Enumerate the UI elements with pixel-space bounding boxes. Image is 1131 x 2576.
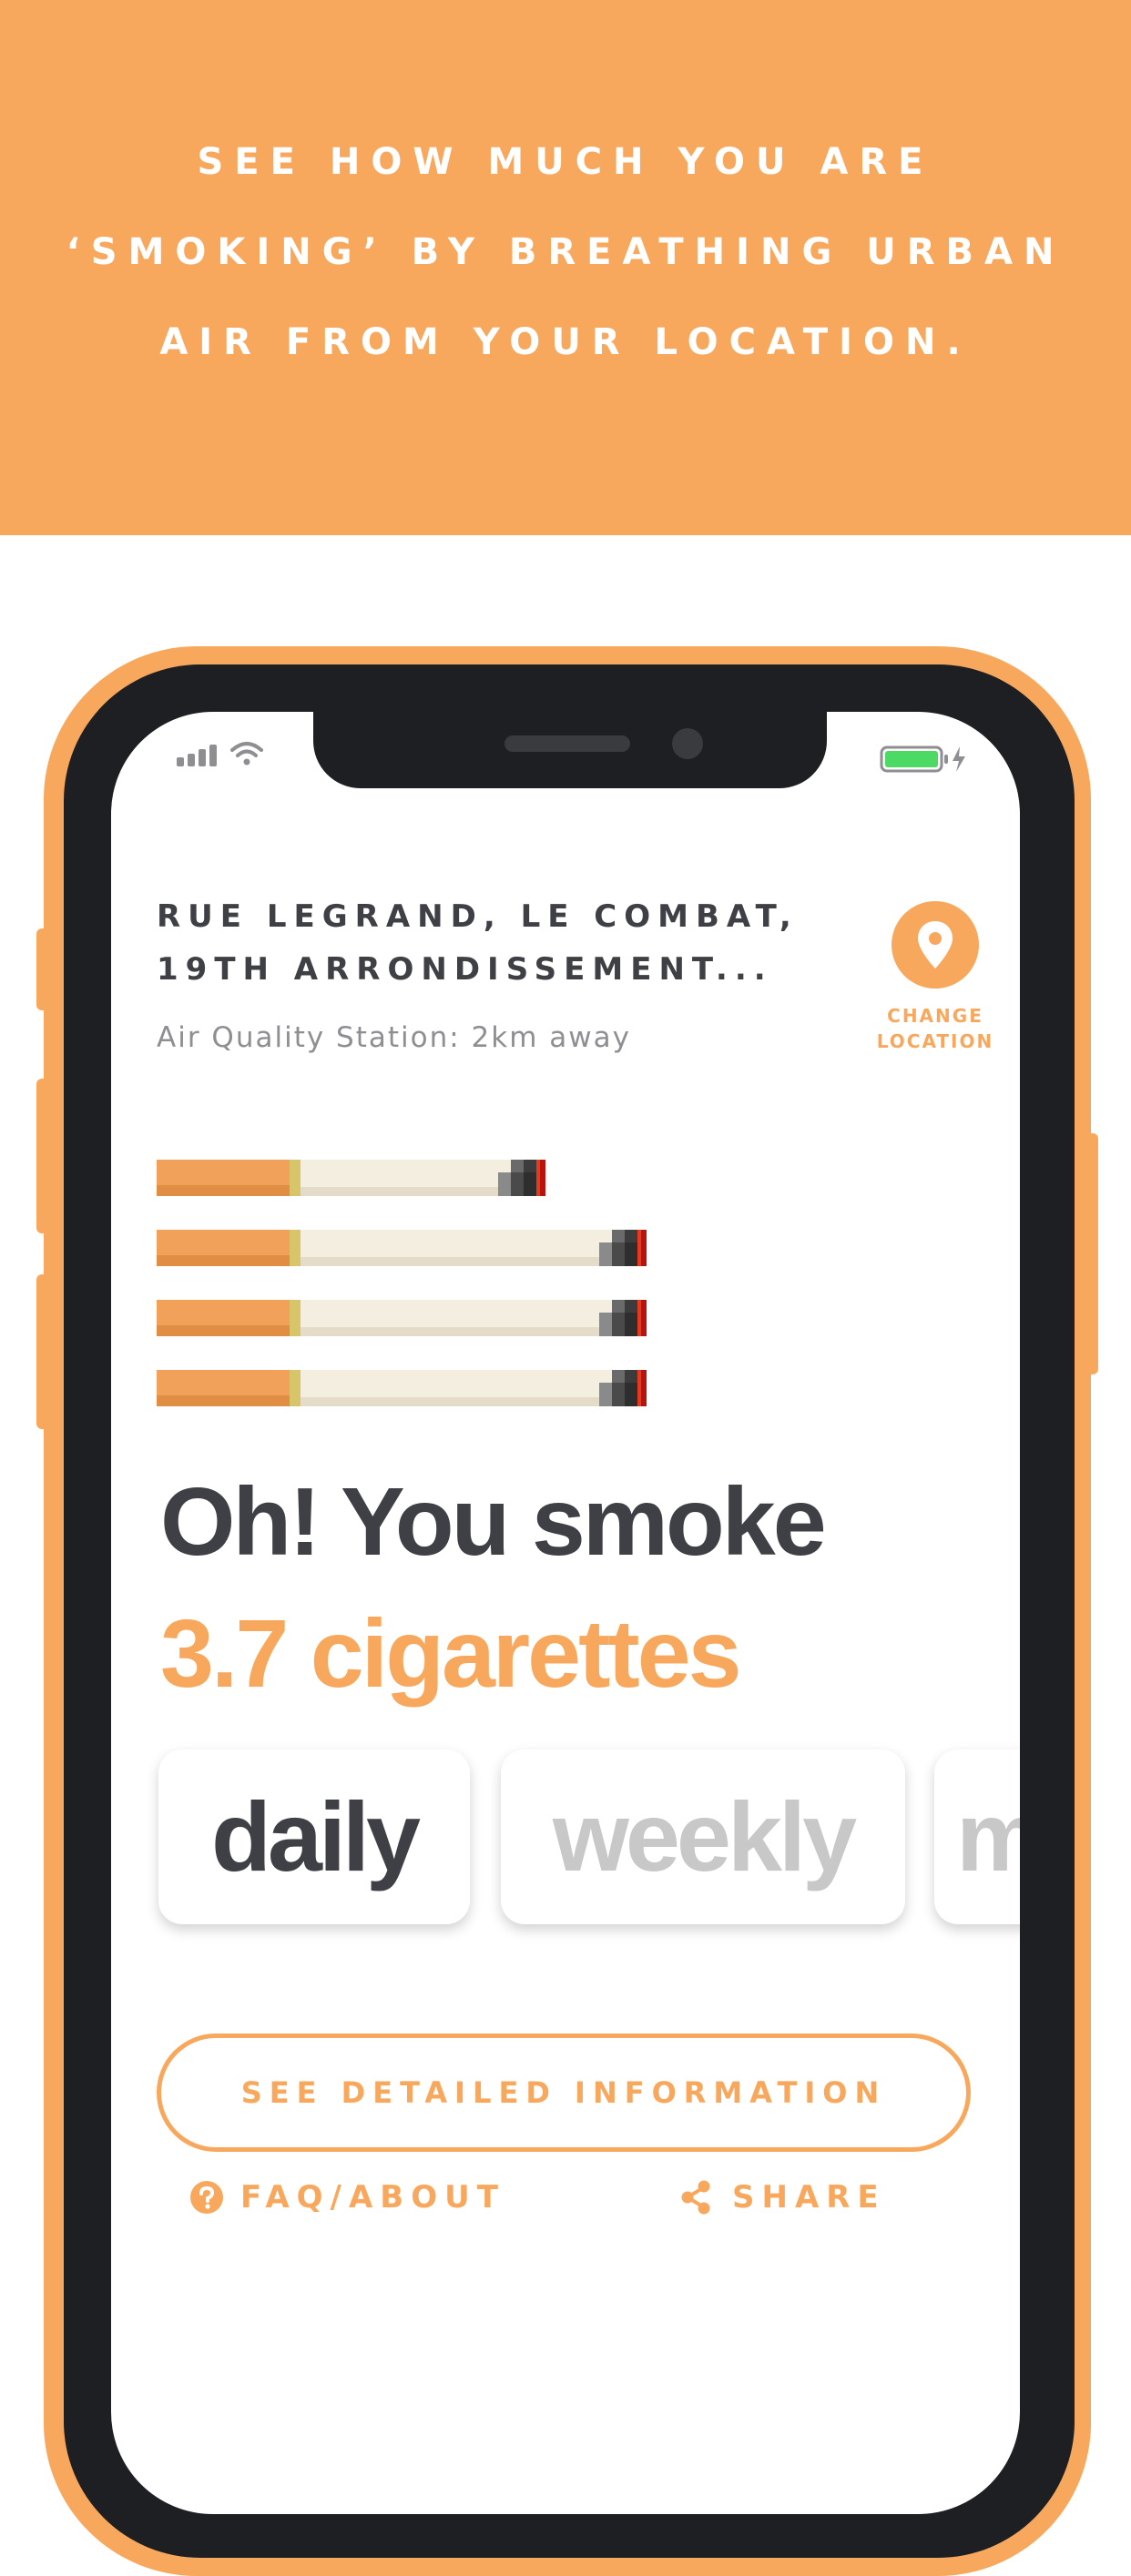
period-tab-daily[interactable]: daily <box>158 1749 470 1924</box>
station-distance: Air Quality Station: 2km away <box>157 1021 631 1054</box>
speaker-grille <box>504 735 630 752</box>
signal-bars-icon <box>177 745 217 766</box>
front-camera <box>672 728 703 759</box>
change-label-line-1: CHANGE <box>887 1005 983 1027</box>
cigarette-full <box>157 1370 647 1406</box>
result-headline: Oh! You smoke <box>160 1468 827 1576</box>
question-circle-icon <box>190 2181 223 2214</box>
banner-text-line-2: ‘SMOKING’ BY BREATHING URBAN <box>66 231 1065 273</box>
share-icon <box>681 2180 710 2215</box>
period-label: daily <box>210 1781 421 1891</box>
change-location-label: CHANGE LOCATION <box>867 1003 1004 1054</box>
period-label: monthly <box>956 1781 1020 1891</box>
battery-charging-icon <box>880 745 965 773</box>
wifi-icon <box>230 742 263 766</box>
cigarette-full <box>157 1230 647 1266</box>
map-pin-icon <box>892 901 979 989</box>
cigarette-full <box>157 1300 647 1336</box>
promo-banner: SEE HOW MUCH YOU ARE ‘SMOKING’ BY BREATH… <box>0 0 1131 535</box>
result-amount: 3.7 cigarettes <box>160 1600 742 1708</box>
address-line-1: RUE LEGRAND, LE COMBAT, <box>157 898 799 935</box>
change-label-line-2: LOCATION <box>876 1030 994 1052</box>
banner-text-line-1: SEE HOW MUCH YOU ARE <box>197 141 934 183</box>
share-link[interactable]: SHARE <box>679 2179 886 2216</box>
period-label: weekly <box>552 1781 857 1891</box>
cigarette-partial <box>157 1160 545 1196</box>
faq-about-link[interactable]: FAQ/ABOUT <box>189 2179 505 2216</box>
share-label: SHARE <box>732 2179 886 2216</box>
phone-notch <box>313 712 827 788</box>
change-location-button[interactable]: CHANGE LOCATION <box>867 901 1004 1054</box>
banner-text-line-3: AIR FROM YOUR LOCATION. <box>159 321 972 363</box>
period-tab-monthly[interactable]: monthly <box>934 1749 1020 1924</box>
period-tab-weekly[interactable]: weekly <box>501 1749 905 1924</box>
cigarette-visualization <box>157 1160 794 1451</box>
faq-label: FAQ/ABOUT <box>240 2179 505 2216</box>
address-line-2: 19TH ARRONDISSEMENT... <box>157 951 773 988</box>
phone-screen: RUE LEGRAND, LE COMBAT, 19TH ARRONDISSEM… <box>111 712 1020 2514</box>
see-detailed-information-button[interactable]: SEE DETAILED INFORMATION <box>157 2033 971 2152</box>
location-address: RUE LEGRAND, LE COMBAT, 19TH ARRONDISSEM… <box>157 890 849 996</box>
